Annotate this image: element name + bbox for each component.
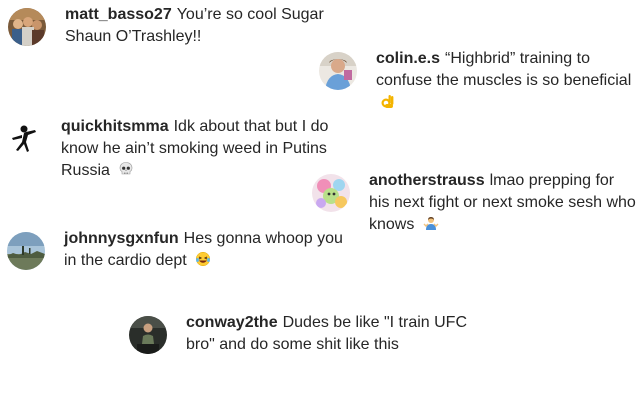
comment-username[interactable]: matt_basso27 bbox=[65, 6, 172, 23]
dark-figure-icon bbox=[129, 316, 167, 354]
comment-item: johnnysgxnfun Hes gonna whoop you in the … bbox=[7, 228, 347, 272]
person-blue-shirt-icon bbox=[319, 52, 357, 90]
comment-item: matt_basso27 You’re so cool Sugar Shaun O… bbox=[8, 4, 348, 48]
comment-text-block: johnnysgxnfun Hes gonna whoop you in the … bbox=[64, 228, 347, 272]
comment-text-block: matt_basso27 You’re so cool Sugar Shaun O… bbox=[65, 4, 348, 48]
avatar[interactable] bbox=[7, 232, 45, 270]
comment-text-block: conway2the Dudes be like "I train UFC bro… bbox=[186, 312, 489, 356]
comment-username[interactable]: colin.e.s bbox=[376, 50, 440, 67]
comment-username[interactable]: quickhitsmma bbox=[61, 118, 169, 135]
laughing-tears-emoji-icon bbox=[195, 251, 211, 267]
avatar[interactable] bbox=[319, 52, 357, 90]
man-shrugging-emoji-icon bbox=[423, 215, 439, 231]
group-photo-icon bbox=[8, 8, 46, 46]
comment-item: anotherstrauss lmao prepping for his next… bbox=[312, 170, 638, 236]
avatar[interactable] bbox=[129, 316, 167, 354]
comment-text-block: quickhitsmma Idk about that but I do know… bbox=[61, 116, 334, 182]
comment-username[interactable]: conway2the bbox=[186, 314, 278, 331]
comment-item: conway2the Dudes be like "I train UFC bro… bbox=[129, 312, 489, 356]
avatar[interactable] bbox=[4, 120, 42, 158]
skull-emoji-icon bbox=[118, 161, 134, 177]
colorful-cartoon-icon bbox=[312, 174, 350, 212]
avatar[interactable] bbox=[312, 174, 350, 212]
comment-text-block: anotherstrauss lmao prepping for his next… bbox=[369, 170, 638, 236]
comment-item: colin.e.s “Highbrid” training to confuse … bbox=[319, 48, 639, 114]
landscape-sky-icon bbox=[7, 232, 45, 270]
comment-text-block: colin.e.s “Highbrid” training to confuse … bbox=[376, 48, 639, 114]
comment-username[interactable]: anotherstrauss bbox=[369, 172, 485, 189]
comment-item: quickhitsmma Idk about that but I do know… bbox=[4, 116, 334, 182]
fighter-silhouette-icon bbox=[4, 120, 42, 158]
comment-username[interactable]: johnnysgxnfun bbox=[64, 230, 179, 247]
ok-hand-emoji-icon bbox=[380, 93, 396, 109]
avatar[interactable] bbox=[8, 8, 46, 46]
